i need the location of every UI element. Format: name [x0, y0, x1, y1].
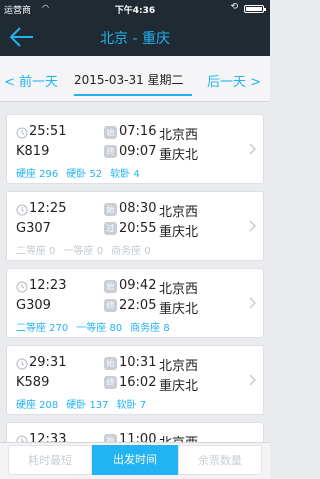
travel-duration: 25:51: [29, 124, 67, 139]
current-date[interactable]: 2015-03-31 星期二: [74, 71, 184, 88]
seat-count: 一等座 80: [76, 323, 123, 334]
sort-bar: 耗时最短 出发时间 余票数量: [0, 442, 270, 479]
seat-count: 硬卧 52: [66, 169, 103, 180]
seat-count: 软卧 4: [110, 169, 140, 180]
arrival-type-badge: 终: [104, 299, 117, 312]
departure-station: 北京西: [159, 282, 199, 297]
clock-icon: [16, 358, 28, 370]
seat-count: 商务座 8: [130, 323, 170, 334]
seat-availability: 硬座 296 硬卧 52 软卧 4: [16, 165, 148, 180]
chevron-right-icon: [249, 374, 256, 386]
seat-availability: 二等座 270 一等座 80 商务座 8: [16, 319, 178, 334]
arrival-time: 16:02: [119, 375, 157, 390]
departure-station: 北京西: [159, 359, 199, 374]
arrival-station: 重庆北: [159, 148, 199, 163]
train-card[interactable]: 12:25 G307 始过 08:30 20:55 北京西重庆北二等座 0 一等座 0 商务座…: [6, 191, 264, 261]
seat-count: 商务座 0: [111, 246, 151, 257]
departure-station: 北京西: [159, 432, 198, 442]
seat-count: 一等座 0: [63, 246, 104, 257]
train-card[interactable]: 25:51 K819 始终 07:16 09:07 北京西重庆北硬座 296 硬卧 52 软卧…: [6, 114, 264, 184]
prev-day-button[interactable]: < 前一天: [4, 71, 58, 90]
clock-icon: [16, 281, 28, 293]
departure-type-badge: 始: [104, 434, 117, 442]
seat-count: 软卧 7: [116, 400, 147, 411]
travel-duration: 29:31: [29, 355, 67, 370]
travel-duration: 12:23: [29, 278, 67, 293]
nav-bar: 北京 - 重庆: [0, 18, 270, 56]
departure-station: 北京西: [159, 205, 199, 220]
arrival-station: 重庆北: [159, 225, 199, 240]
seat-count: 二等座 270: [16, 323, 69, 334]
clock-icon: [16, 204, 28, 216]
sort-shortest-duration-tab[interactable]: 耗时最短: [8, 445, 92, 475]
arrival-time: 09:07: [119, 144, 157, 159]
departure-type-badge: 始: [104, 280, 117, 293]
app-root: 运营商 ◠ 下午4:36 ⟲ 北京 - 重庆 < 前一天 2015-03-31 …: [0, 0, 270, 479]
train-number: K819: [16, 144, 50, 159]
date-bar: < 前一天 2015-03-31 星期二 后一天 >: [0, 56, 270, 102]
arrival-time: 20:55: [119, 221, 157, 236]
battery-icon: [244, 5, 266, 13]
travel-duration: 12:33: [29, 432, 67, 442]
date-underline: [74, 94, 192, 96]
train-card[interactable]: 12:23 G309 始终 09:42 22:05 北京西重庆北二等座 270 一等座 80…: [6, 268, 264, 338]
departure-type-badge: 始: [104, 203, 117, 216]
next-day-button[interactable]: 后一天 >: [207, 71, 261, 90]
train-list[interactable]: 25:51 K819 始终 07:16 09:07 北京西 重庆北 硬座 296 硬卧 52 软卧…: [0, 102, 270, 442]
travel-duration: 12:25: [29, 201, 67, 216]
seat-availability: 硬座 208 硬卧 137 软卧 7: [16, 396, 154, 411]
sort-departure-time-tab[interactable]: 出发时间: [92, 445, 178, 475]
departure-time: 10:31: [119, 355, 157, 370]
rotation-lock-icon: ⟲: [230, 2, 238, 12]
departure-time: 08:30: [119, 201, 157, 216]
departure-time: 09:42: [119, 278, 157, 293]
seat-count: 硬座 208: [16, 400, 59, 411]
arrival-station: 重庆北: [159, 302, 199, 317]
departure-time: 07:16: [119, 124, 157, 139]
train-card[interactable]: 29:31 K589 始终 10:31 16:02 北京西重庆北硬座 208 硬卧 137 软…: [6, 345, 264, 415]
chevron-right-icon: [249, 297, 256, 309]
departure-type-badge: 始: [104, 357, 117, 370]
arrival-station: 重庆北: [159, 379, 199, 394]
departure-time: 11:00: [119, 432, 157, 442]
clock-icon: [16, 127, 28, 139]
arrival-type-badge: 终: [104, 145, 117, 158]
chevron-right-icon: [249, 143, 256, 155]
seat-availability: 二等座 0 一等座 0 商务座 0: [16, 242, 159, 257]
sort-tickets-left-tab[interactable]: 余票数量: [178, 445, 262, 475]
train-card[interactable]: 12:33 始11:00北京西: [6, 422, 264, 442]
chevron-right-icon: [249, 220, 256, 232]
page-title: 北京 - 重庆: [100, 31, 170, 47]
status-bar: 运营商 ◠ 下午4:36 ⟲: [0, 0, 270, 18]
train-number: G307: [16, 221, 51, 236]
arrival-time: 22:05: [119, 298, 157, 313]
departure-type-badge: 始: [104, 126, 117, 139]
seat-count: 硬座 296: [16, 169, 59, 180]
departure-station: 北京西: [159, 128, 199, 143]
clock-icon: [16, 435, 28, 442]
train-number: K589: [16, 375, 50, 390]
arrival-type-badge: 过: [104, 222, 117, 235]
arrival-type-badge: 终: [104, 376, 117, 389]
seat-count: 二等座 0: [16, 246, 56, 257]
seat-count: 硬卧 137: [66, 400, 109, 411]
train-number: G309: [16, 298, 51, 313]
